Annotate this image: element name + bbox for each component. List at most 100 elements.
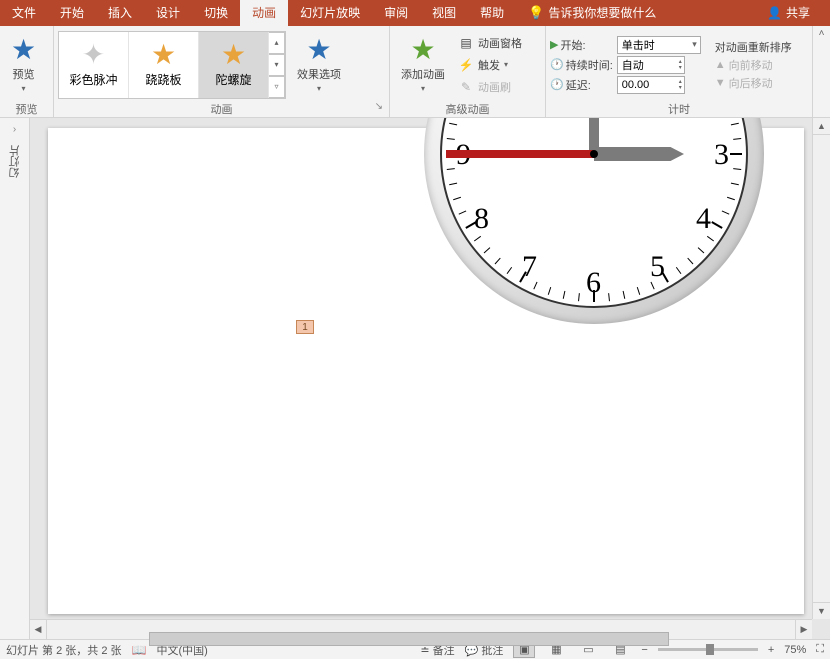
tab-insert[interactable]: 插入 [96, 0, 144, 26]
chevron-up-icon: ˄ [819, 28, 825, 39]
chevron-down-icon: ▾ [504, 60, 508, 69]
scroll-right-icon[interactable]: ▶ [795, 620, 812, 639]
play-icon: ▶ [550, 38, 558, 51]
scroll-down-icon[interactable]: ▼ [813, 602, 830, 619]
delay-value: 00.00 [622, 79, 650, 91]
tab-view[interactable]: 视图 [420, 0, 468, 26]
gallery-item-color-pulse[interactable]: ✦ 彩色脉冲 [59, 32, 129, 98]
animation-order-tag[interactable]: 1 [296, 320, 314, 334]
zoom-in-button[interactable]: + [768, 644, 774, 656]
clock-num-5: 5 [650, 250, 665, 284]
scroll-thumb[interactable] [149, 632, 669, 646]
start-value: 单击时 [622, 37, 655, 53]
clock-num-8: 8 [474, 202, 489, 236]
preview-button[interactable]: ★ 预览 ▾ [4, 33, 43, 96]
group-preview: ★ 预览 ▾ 预览 [0, 26, 54, 117]
star-icon: ★ [221, 41, 246, 69]
tab-transitions[interactable]: 切换 [192, 0, 240, 26]
zoom-slider[interactable] [658, 648, 758, 651]
pane-icon: ▤ [458, 36, 474, 50]
vertical-scrollbar[interactable]: ▲ ▼ [812, 118, 830, 619]
preview-icon: ★ [11, 36, 36, 64]
bulb-icon: 💡 [528, 0, 544, 26]
gallery-scroll-up[interactable]: ▴ [269, 32, 285, 54]
group-label-animation: 动画↘ [58, 101, 385, 117]
share-button[interactable]: 👤 共享 [755, 0, 822, 26]
clock-icon: 🕐 [550, 78, 564, 91]
slide-canvas-area[interactable]: 12 1 2 3 4 5 6 7 8 9 10 11 [30, 118, 830, 639]
tell-me-search[interactable]: 💡 告诉我你想要做什么 [516, 0, 668, 26]
down-arrow-icon: ▼ [715, 77, 726, 89]
trigger-label: 触发 [478, 57, 500, 73]
fit-to-window-button[interactable]: ⛶ [816, 643, 824, 656]
outline-pane: › 幻灯片 [0, 118, 30, 639]
slide[interactable]: 12 1 2 3 4 5 6 7 8 9 10 11 [48, 128, 804, 614]
clock-shape[interactable]: 12 1 2 3 4 5 6 7 8 9 10 11 [424, 118, 764, 324]
effect-options-button[interactable]: ★ 效果选项 ▾ [290, 33, 348, 96]
tab-help[interactable]: 帮助 [468, 0, 516, 26]
group-label-timing: 计时 [550, 101, 808, 117]
star-icon: ✦ [82, 41, 105, 69]
tab-design[interactable]: 设计 [144, 0, 192, 26]
share-icon: 👤 [767, 0, 782, 26]
effect-options-icon: ★ [306, 36, 331, 64]
tab-file[interactable]: 文件 [0, 0, 48, 26]
share-label: 共享 [786, 0, 810, 26]
chevron-down-icon: ▾ [22, 84, 26, 93]
start-select[interactable]: 单击时 [617, 36, 701, 54]
outline-expand-icon[interactable]: › [13, 124, 16, 135]
trigger-button[interactable]: ⚡触发 ▾ [456, 56, 524, 74]
gallery-scroll-down[interactable]: ▾ [269, 54, 285, 76]
group-timing: ▶开始: 单击时 🕐持续时间: 自动 🕐延迟: 00.00 对动画重新排序 ▲向… [546, 26, 812, 117]
tab-home[interactable]: 开始 [48, 0, 96, 26]
group-label-advanced: 高级动画 [394, 101, 541, 117]
clock-icon: 🕐 [550, 58, 564, 71]
clock-num-6: 6 [586, 266, 601, 300]
duration-spinner[interactable]: 自动 [617, 56, 685, 74]
gallery-item-teeter[interactable]: ★ 跷跷板 [129, 32, 199, 98]
gallery-more[interactable]: ▿ [269, 76, 285, 98]
duration-value: 自动 [622, 57, 644, 73]
star-icon: ★ [151, 41, 176, 69]
delay-label: 🕐延迟: [550, 77, 613, 93]
tab-review[interactable]: 审阅 [372, 0, 420, 26]
add-animation-icon: ★ [410, 36, 435, 64]
chevron-down-icon: ▾ [421, 84, 425, 93]
add-animation-button[interactable]: ★ 添加动画 ▾ [394, 33, 452, 96]
second-hand[interactable] [446, 150, 594, 158]
reorder-title: 对动画重新排序 [715, 39, 792, 55]
gallery-label: 彩色脉冲 [69, 71, 117, 88]
tab-animations[interactable]: 动画 [240, 0, 288, 26]
clock-num-7: 7 [522, 250, 537, 284]
group-label-preview: 预览 [4, 101, 49, 117]
zoom-value[interactable]: 75% [784, 644, 806, 656]
scroll-up-icon[interactable]: ▲ [813, 118, 830, 135]
horizontal-scrollbar[interactable]: ◀ ▶ [30, 619, 812, 639]
effect-options-label: 效果选项 [297, 66, 341, 82]
duration-label: 🕐持续时间: [550, 57, 613, 73]
clock-num-3: 3 [714, 138, 729, 172]
dialog-launcher-icon[interactable]: ↘ [375, 101, 383, 112]
outline-label: 幻灯片 [7, 145, 23, 178]
workspace: › 幻灯片 12 1 2 3 4 5 6 7 8 9 10 [0, 118, 830, 639]
add-animation-label: 添加动画 [401, 66, 445, 82]
animation-pane-button[interactable]: ▤动画窗格 [456, 34, 524, 52]
group-advanced-animation: ★ 添加动画 ▾ ▤动画窗格 ⚡触发 ▾ ✎动画刷 高级动画 [390, 26, 546, 117]
gallery-scroll: ▴ ▾ ▿ [269, 32, 285, 98]
move-later-button: ▼向后移动 [715, 75, 792, 91]
tell-me-label: 告诉我你想要做什么 [548, 0, 656, 26]
painter-icon: ✎ [458, 80, 474, 94]
tab-slideshow[interactable]: 幻灯片放映 [288, 0, 372, 26]
slide-counter[interactable]: 幻灯片 第 2 张，共 2 张 [6, 642, 122, 658]
zoom-knob[interactable] [706, 644, 714, 655]
spellcheck-icon[interactable]: 📖 [132, 643, 147, 657]
ribbon-collapse-button[interactable]: ˄ [812, 26, 830, 117]
clock-num-4: 4 [696, 202, 711, 236]
start-label: ▶开始: [550, 37, 613, 53]
scroll-left-icon[interactable]: ◀ [30, 620, 47, 639]
up-arrow-icon: ▲ [715, 59, 726, 71]
animation-painter-button: ✎动画刷 [456, 78, 524, 96]
gallery-item-spin[interactable]: ★ 陀螺旋 [199, 32, 269, 98]
move-earlier-button: ▲向前移动 [715, 57, 792, 73]
delay-spinner[interactable]: 00.00 [617, 76, 685, 94]
